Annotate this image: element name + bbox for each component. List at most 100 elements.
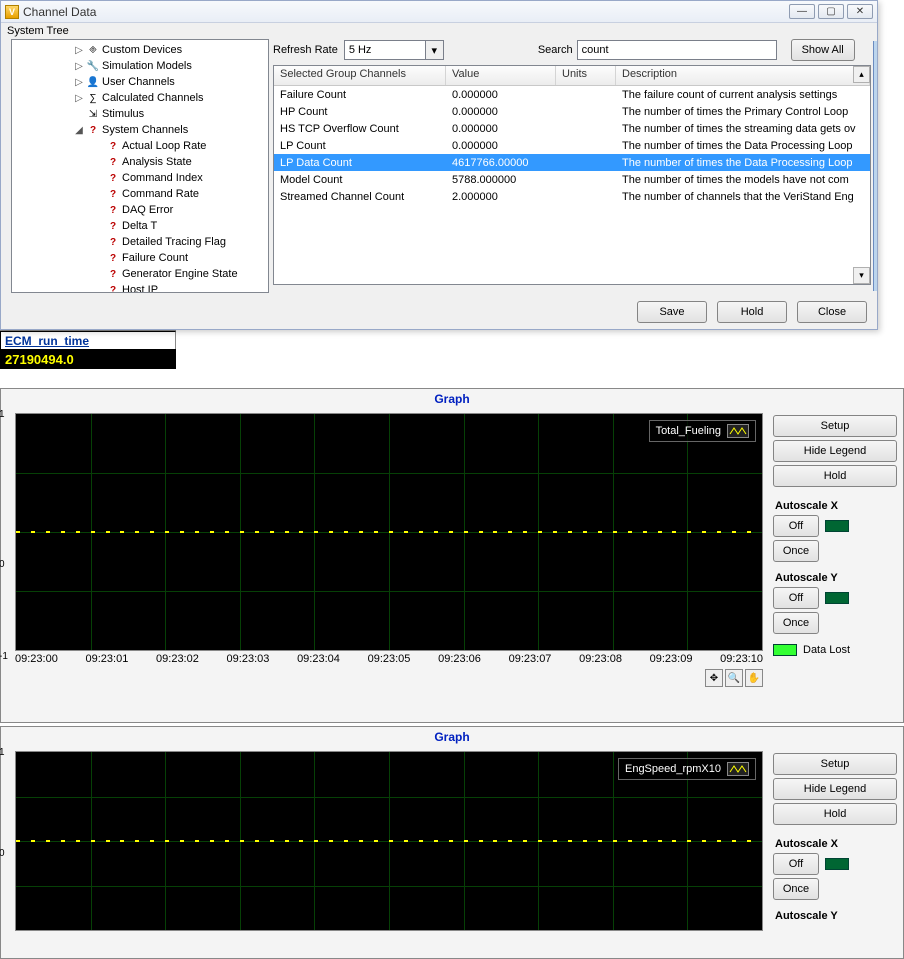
system-tree[interactable]: ▷🞜Custom Devices ▷🔧Simulation Models ▷👤U… (11, 39, 269, 293)
table-row[interactable]: LP Data Count4617766.00000The number of … (274, 154, 870, 171)
x-tick: 09:23:02 (156, 653, 199, 665)
header-units[interactable]: Units (556, 66, 616, 85)
tree-item-simulation-models[interactable]: ▷🔧Simulation Models (74, 58, 266, 74)
header-name[interactable]: Selected Group Channels (274, 66, 446, 85)
autoscale-y-once-button[interactable]: Once (773, 612, 819, 634)
question-icon: ? (106, 187, 120, 201)
header-value[interactable]: Value (446, 66, 556, 85)
tree-item[interactable]: ?Host IP (104, 282, 266, 293)
x-tick: 09:23:09 (650, 653, 693, 665)
plot-canvas[interactable]: Total_Fueling (15, 413, 763, 651)
save-button[interactable]: Save (637, 301, 707, 323)
calc-icon: ∑ (86, 91, 100, 105)
y-tick-top: 1 (0, 409, 5, 420)
autoscale-y-label: Autoscale Y (775, 572, 897, 584)
chevron-down-icon[interactable]: ▾ (425, 41, 443, 59)
stimulus-icon: ⇲ (86, 107, 100, 121)
table-row[interactable]: Failure Count0.000000The failure count o… (274, 86, 870, 103)
legend-swatch-icon (727, 424, 749, 438)
hold-graph-button[interactable]: Hold (773, 465, 897, 487)
close-dialog-button[interactable]: Close (797, 301, 867, 323)
tree-item-calculated-channels[interactable]: ▷∑Calculated Channels (74, 90, 266, 106)
legend-swatch-icon (727, 762, 749, 776)
minimize-button[interactable]: — (789, 4, 815, 19)
table-row[interactable]: HP Count0.000000The number of times the … (274, 103, 870, 120)
autoscale-x-label: Autoscale X (775, 838, 897, 850)
indicator-title: ECM_run_time (0, 331, 176, 349)
x-tick: 09:23:07 (509, 653, 552, 665)
app-icon: V (5, 5, 19, 19)
indicator-value: 27190494.0 (0, 349, 176, 369)
table-row[interactable]: Model Count5788.000000The number of time… (274, 171, 870, 188)
channel-table[interactable]: Selected Group Channels Value Units Desc… (273, 65, 871, 285)
tree-item-user-channels[interactable]: ▷👤User Channels (74, 74, 266, 90)
titlebar[interactable]: V Channel Data — ▢ ✕ (1, 1, 877, 23)
x-tick: 09:23:05 (368, 653, 411, 665)
y-tick-mid: 0 (0, 559, 5, 570)
y-tick-bot: -1 (0, 651, 8, 662)
scroll-up-icon[interactable]: ▴ (853, 66, 870, 83)
legend[interactable]: Total_Fueling (649, 420, 756, 442)
autoscale-x-label: Autoscale X (775, 500, 897, 512)
question-icon: ? (106, 267, 120, 281)
autoscale-y-label: Autoscale Y (775, 910, 897, 922)
question-icon: ? (106, 203, 120, 217)
legend[interactable]: EngSpeed_rpmX10 (618, 758, 756, 780)
tree-item[interactable]: ?Delta T (104, 218, 266, 234)
table-row[interactable]: LP Count0.000000The number of times the … (274, 137, 870, 154)
plot-canvas[interactable]: EngSpeed_rpmX10 (15, 751, 763, 931)
hide-legend-button[interactable]: Hide Legend (773, 778, 897, 800)
question-icon: ? (86, 123, 100, 137)
refresh-rate-label: Refresh Rate (273, 44, 338, 56)
header-desc[interactable]: Description (616, 66, 870, 85)
table-row[interactable]: HS TCP Overflow Count0.000000The number … (274, 120, 870, 137)
refresh-rate-combo[interactable]: 5 Hz ▾ (344, 40, 444, 60)
tree-item[interactable]: ?Analysis State (104, 154, 266, 170)
question-icon: ? (106, 171, 120, 185)
autoscale-y-led-icon (825, 592, 849, 604)
tree-item[interactable]: ?Detailed Tracing Flag (104, 234, 266, 250)
autoscale-x-off-button[interactable]: Off (773, 515, 819, 537)
x-tick: 09:23:08 (579, 653, 622, 665)
window-title: Channel Data (23, 5, 789, 19)
pan-tool-icon[interactable]: ✋ (745, 669, 763, 687)
tree-item[interactable]: ?Generator Engine State (104, 266, 266, 282)
question-icon: ? (106, 155, 120, 169)
refresh-rate-value: 5 Hz (345, 44, 425, 56)
legend-label: Total_Fueling (656, 425, 721, 437)
hold-button[interactable]: Hold (717, 301, 787, 323)
autoscale-x-once-button[interactable]: Once (773, 540, 819, 562)
hide-legend-button[interactable]: Hide Legend (773, 440, 897, 462)
scroll-down-icon[interactable]: ▾ (853, 267, 870, 284)
crosshair-tool-icon[interactable]: ✥ (705, 669, 723, 687)
tree-item[interactable]: ?Command Index (104, 170, 266, 186)
question-icon: ? (106, 139, 120, 153)
tree-item[interactable]: ?Failure Count (104, 250, 266, 266)
maximize-button[interactable]: ▢ (818, 4, 844, 19)
tree-item[interactable]: ?Command Rate (104, 186, 266, 202)
model-icon: 🔧 (86, 59, 100, 73)
tree-item[interactable]: ?Actual Loop Rate (104, 138, 266, 154)
autoscale-x-once-button[interactable]: Once (773, 878, 819, 900)
table-row[interactable]: Streamed Channel Count2.000000The number… (274, 188, 870, 205)
tree-item-stimulus[interactable]: ⇲Stimulus (74, 106, 266, 122)
setup-button[interactable]: Setup (773, 415, 897, 437)
tree-item[interactable]: ?DAQ Error (104, 202, 266, 218)
question-icon: ? (106, 283, 120, 293)
setup-button[interactable]: Setup (773, 753, 897, 775)
hold-graph-button[interactable]: Hold (773, 803, 897, 825)
tree-item-system-channels[interactable]: ◢?System Channels (74, 122, 266, 138)
x-tick: 09:23:01 (86, 653, 129, 665)
search-input[interactable] (577, 40, 777, 60)
tree-item-custom-devices[interactable]: ▷🞜Custom Devices (74, 42, 266, 58)
autoscale-x-off-button[interactable]: Off (773, 853, 819, 875)
channel-data-dialog: V Channel Data — ▢ ✕ System Tree ▷🞜Custo… (0, 0, 878, 330)
x-tick: 09:23:00 (15, 653, 58, 665)
system-tree-label: System Tree (7, 25, 69, 37)
zoom-tool-icon[interactable]: 🔍 (725, 669, 743, 687)
autoscale-y-off-button[interactable]: Off (773, 587, 819, 609)
close-button[interactable]: ✕ (847, 4, 873, 19)
table-header[interactable]: Selected Group Channels Value Units Desc… (274, 66, 870, 86)
x-tick: 09:23:04 (297, 653, 340, 665)
show-all-button[interactable]: Show All (791, 39, 855, 61)
